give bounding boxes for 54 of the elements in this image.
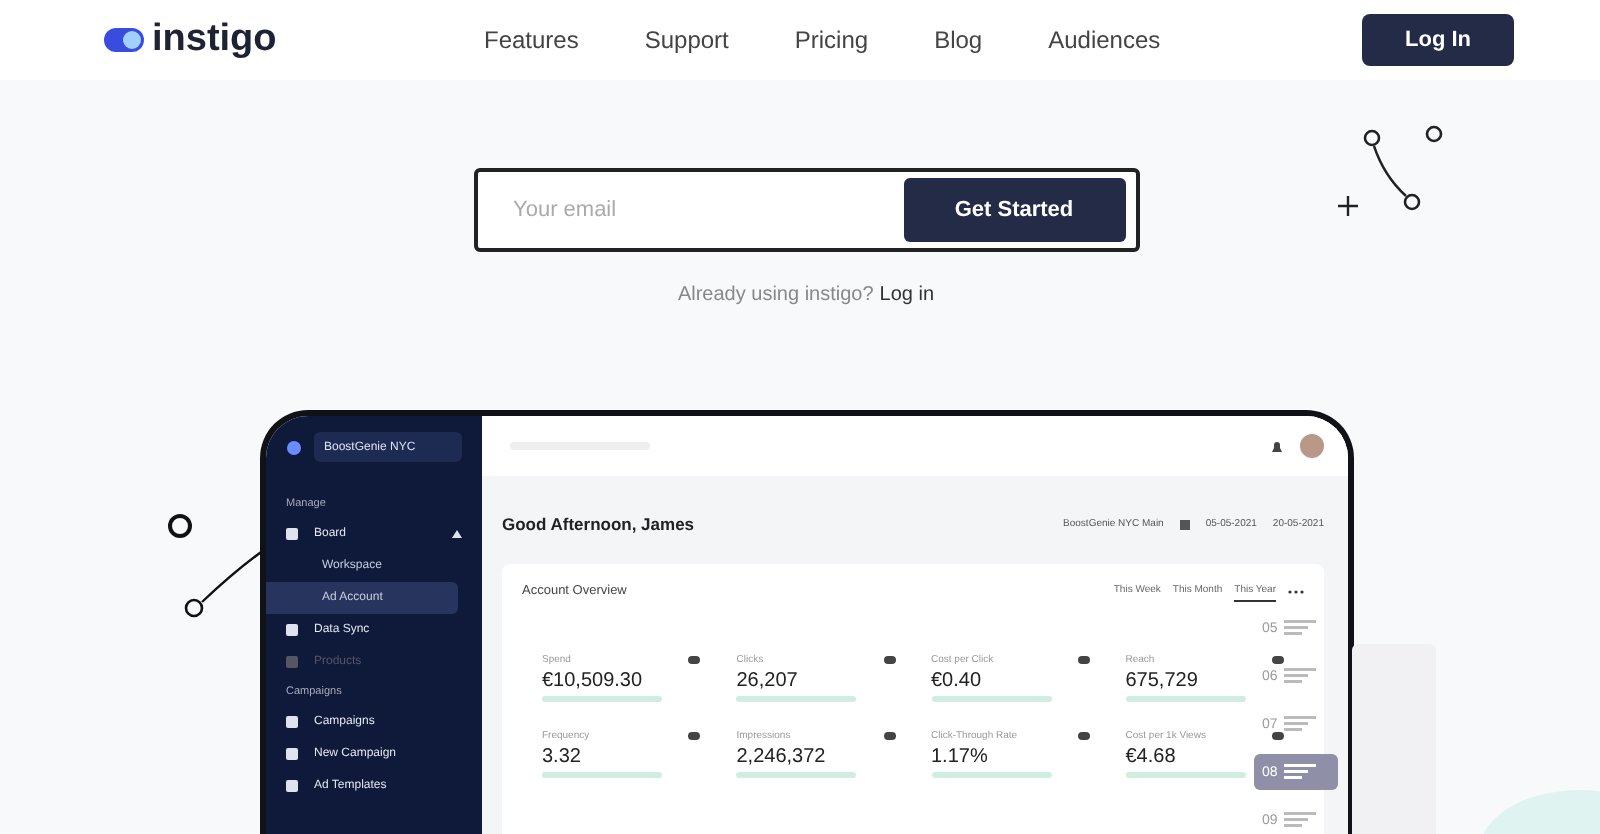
nav-link[interactable]: Pricing — [794, 26, 869, 54]
toggle-icon — [1077, 732, 1090, 740]
nav-link[interactable]: Blog — [934, 26, 983, 54]
toggle-icon — [1077, 656, 1090, 664]
metric-value: 2,246,372 — [736, 746, 826, 768]
metric-value: 26,207 — [736, 670, 798, 692]
login-link[interactable]: Log in — [879, 284, 935, 306]
menu-item-icon — [286, 624, 298, 636]
lines-icon — [1283, 668, 1316, 684]
metric-value: 3.32 — [542, 746, 581, 768]
nav-link[interactable]: Audiences — [1048, 26, 1161, 54]
metric-value: €10,509.30 — [542, 670, 643, 692]
trend-placeholder — [736, 772, 857, 778]
app-logo-icon — [286, 439, 302, 455]
email-signup-field[interactable]: Your email Get Started — [473, 168, 1139, 252]
menu-item-icon — [286, 656, 298, 668]
menu-item-icon — [286, 716, 298, 728]
brand-name: instigo — [152, 18, 277, 62]
trend-placeholder — [931, 696, 1051, 702]
lines-icon — [1283, 716, 1316, 732]
caret-icon — [452, 530, 462, 538]
metric-value: €4.68 — [1125, 746, 1176, 768]
lines-icon — [1283, 620, 1316, 636]
logo-icon — [104, 28, 144, 52]
calendar-icon — [1179, 519, 1190, 529]
metric-value: 1.17% — [931, 746, 988, 768]
menu-item-icon — [286, 748, 298, 760]
greeting: Good Afternoon, James — [502, 514, 695, 534]
trend-placeholder — [1125, 772, 1246, 778]
lines-icon — [1283, 764, 1316, 780]
trend-placeholder — [542, 696, 662, 702]
nav-link[interactable]: Features — [484, 26, 579, 54]
toggle-icon — [883, 656, 895, 664]
login-prompt: Already using instigo? — [677, 284, 874, 306]
get-started-button[interactable]: Get Started — [903, 178, 1125, 242]
toggle-icon — [1272, 732, 1284, 740]
nav-link[interactable]: Support — [644, 26, 729, 54]
metric-value: 675,729 — [1125, 670, 1198, 692]
trend-placeholder — [542, 772, 662, 778]
avatar[interactable] — [1300, 434, 1324, 458]
toggle-icon — [688, 732, 701, 740]
trend-placeholder — [931, 772, 1051, 778]
trend-placeholder — [736, 696, 857, 702]
menu-item-icon — [286, 528, 298, 540]
menu-item-icon — [286, 780, 298, 792]
toggle-icon — [883, 732, 895, 740]
bell-icon[interactable] — [1270, 439, 1284, 453]
login-button[interactable]: Log In — [1362, 14, 1514, 66]
toggle-icon — [1272, 656, 1284, 664]
doodle-drawing — [1336, 124, 1448, 216]
trend-placeholder — [1125, 696, 1246, 702]
toggle-icon — [688, 656, 701, 664]
lines-icon — [1283, 812, 1316, 828]
metric-value: €0.40 — [931, 670, 982, 692]
